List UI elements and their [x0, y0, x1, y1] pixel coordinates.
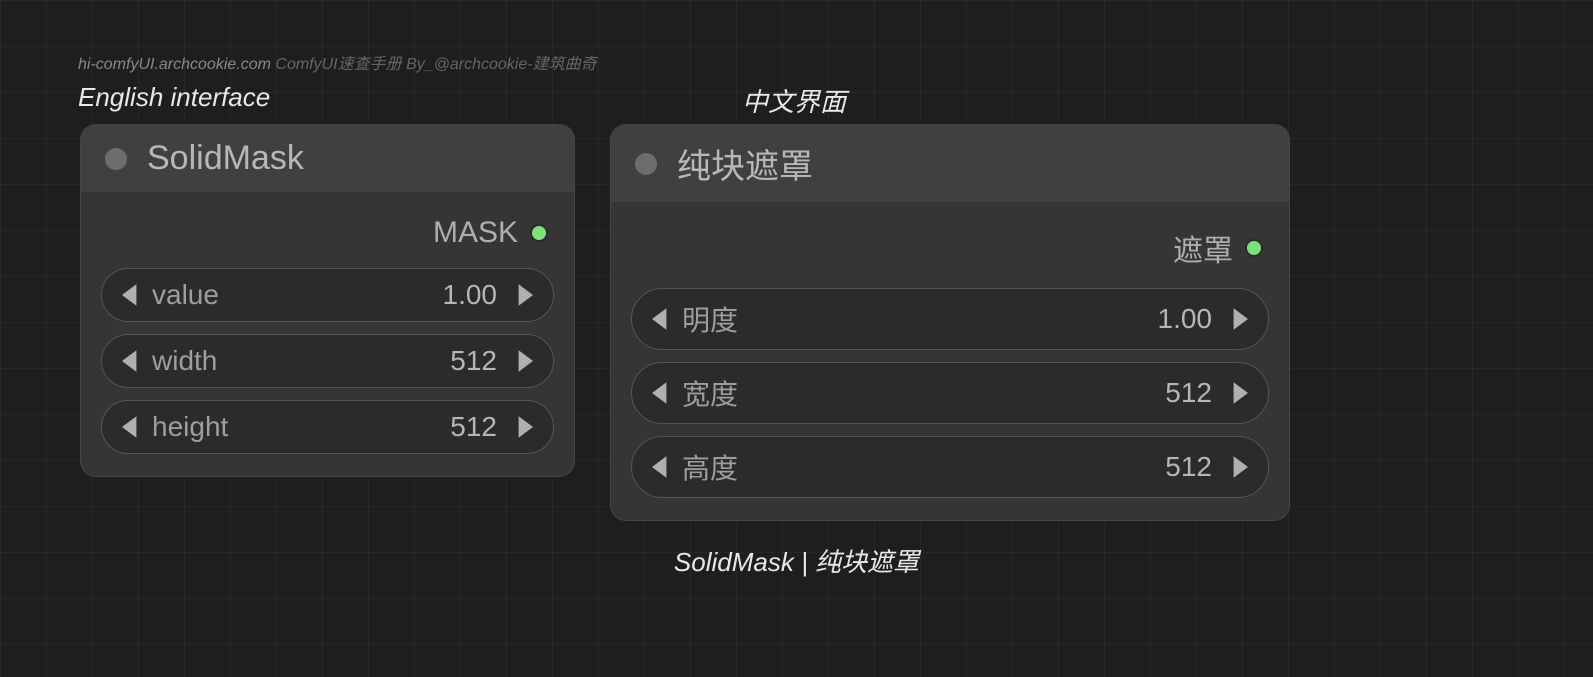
output-port-icon[interactable] — [1245, 239, 1263, 257]
param-label: value — [148, 279, 443, 311]
collapse-dot-icon[interactable] — [635, 153, 657, 175]
arrow-right-icon[interactable] — [1222, 308, 1256, 330]
site-url: hi-comfyUI.archcookie.com — [78, 56, 271, 73]
arrow-right-icon[interactable] — [1222, 382, 1256, 404]
param-label: 高度 — [678, 447, 1165, 487]
node-solidmask-en[interactable]: SolidMask MASK value 1.00 width 512 heig… — [80, 124, 575, 477]
node-solidmask-zh[interactable]: 纯块遮罩 遮罩 明度 1.00 宽度 512 高度 512 — [610, 124, 1290, 521]
param-value[interactable]: 1.00 — [1158, 303, 1223, 335]
param-label: width — [148, 345, 450, 377]
bottom-caption: SolidMask | 纯块遮罩 — [0, 542, 1593, 579]
arrow-right-icon[interactable] — [507, 416, 541, 438]
param-label: 宽度 — [678, 373, 1165, 413]
page-header-label: hi-comfyUI.archcookie.com ComfyUI速查手册 By… — [78, 50, 597, 74]
param-height-row[interactable]: 高度 512 — [631, 436, 1269, 498]
arrow-right-icon[interactable] — [507, 284, 541, 306]
param-height-row[interactable]: height 512 — [101, 400, 554, 454]
section-title-en: English interface — [78, 82, 270, 113]
param-value[interactable]: 1.00 — [443, 279, 508, 311]
output-row: 遮罩 — [631, 218, 1269, 288]
output-port-icon[interactable] — [530, 224, 548, 242]
arrow-left-icon[interactable] — [644, 456, 678, 478]
param-value[interactable]: 512 — [450, 411, 507, 443]
arrow-left-icon[interactable] — [114, 350, 148, 372]
node-body: MASK value 1.00 width 512 height 512 — [81, 192, 574, 476]
param-value[interactable]: 512 — [1165, 377, 1222, 409]
param-width-row[interactable]: width 512 — [101, 334, 554, 388]
node-header[interactable]: 纯块遮罩 — [611, 125, 1289, 202]
site-desc: ComfyUI速查手册 By_@archcookie-建筑曲奇 — [271, 56, 597, 73]
arrow-left-icon[interactable] — [644, 308, 678, 330]
param-value-row[interactable]: 明度 1.00 — [631, 288, 1269, 350]
node-header[interactable]: SolidMask — [81, 125, 574, 192]
node-title: SolidMask — [147, 139, 304, 178]
param-label: 明度 — [678, 299, 1158, 339]
param-label: height — [148, 411, 450, 443]
param-value[interactable]: 512 — [1165, 451, 1222, 483]
section-title-zh: 中文界面 — [742, 82, 846, 119]
collapse-dot-icon[interactable] — [105, 148, 127, 170]
output-label: 遮罩 — [1173, 226, 1233, 270]
param-value[interactable]: 512 — [450, 345, 507, 377]
arrow-left-icon[interactable] — [114, 284, 148, 306]
param-value-row[interactable]: value 1.00 — [101, 268, 554, 322]
node-body: 遮罩 明度 1.00 宽度 512 高度 512 — [611, 202, 1289, 520]
arrow-left-icon[interactable] — [114, 416, 148, 438]
arrow-right-icon[interactable] — [1222, 456, 1256, 478]
output-label: MASK — [433, 216, 518, 250]
output-row: MASK — [101, 208, 554, 268]
param-width-row[interactable]: 宽度 512 — [631, 362, 1269, 424]
arrow-right-icon[interactable] — [507, 350, 541, 372]
arrow-left-icon[interactable] — [644, 382, 678, 404]
node-title: 纯块遮罩 — [677, 139, 813, 188]
